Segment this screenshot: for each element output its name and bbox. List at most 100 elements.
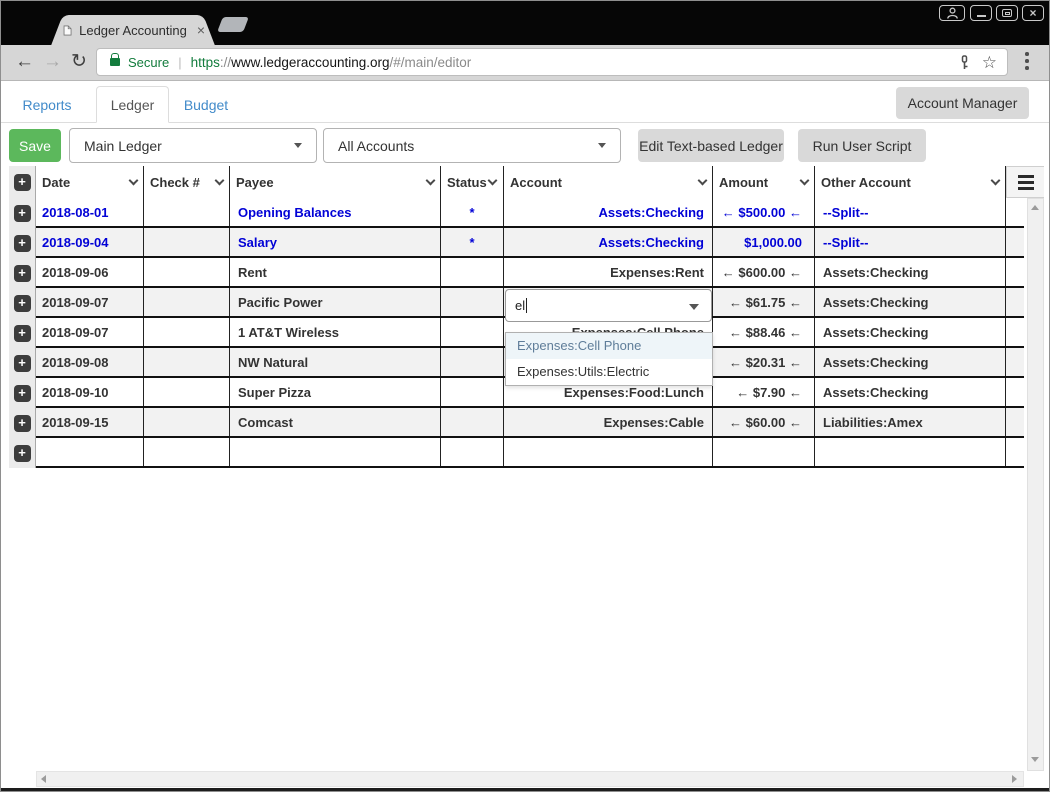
payee-cell[interactable] xyxy=(230,438,441,466)
column-header-amount[interactable]: Amount xyxy=(713,166,815,198)
other-account-cell[interactable]: Assets:Checking xyxy=(815,318,1006,346)
payee-cell[interactable]: Super Pizza xyxy=(230,378,441,406)
reload-button[interactable]: ↻ xyxy=(71,48,87,76)
key-icon[interactable] xyxy=(957,55,972,70)
other-account-cell[interactable]: Assets:Checking xyxy=(815,378,1006,406)
edit-text-ledger-button[interactable]: Edit Text-based Ledger xyxy=(638,129,784,162)
amount-cell[interactable]: ← $7.90 ← xyxy=(713,378,815,406)
minimize-button[interactable] xyxy=(970,5,992,21)
amount-cell[interactable]: ← $500.00 ← xyxy=(713,198,815,226)
status-cell[interactable] xyxy=(441,408,504,436)
dropdown-option-cell-phone[interactable]: Expenses:Cell Phone xyxy=(506,333,712,359)
ledger-select[interactable]: Main Ledger xyxy=(69,128,317,163)
check-cell[interactable] xyxy=(144,318,230,346)
check-cell[interactable] xyxy=(144,198,230,226)
status-cell[interactable] xyxy=(441,378,504,406)
add-column-header[interactable]: + xyxy=(9,166,36,198)
payee-cell[interactable]: NW Natural xyxy=(230,348,441,376)
account-manager-button[interactable]: Account Manager xyxy=(896,87,1029,119)
scroll-left-arrow[interactable] xyxy=(41,775,46,783)
other-account-cell[interactable] xyxy=(815,438,1006,466)
date-cell[interactable]: 2018-09-07 xyxy=(36,288,144,316)
amount-cell[interactable]: ← $61.75 ← xyxy=(713,288,815,316)
column-header-payee[interactable]: Payee xyxy=(230,166,441,198)
add-transaction-button[interactable]: + xyxy=(9,438,36,468)
horizontal-scrollbar[interactable] xyxy=(36,771,1024,787)
status-cell[interactable] xyxy=(441,348,504,376)
column-header-other-account[interactable]: Other Account xyxy=(815,166,1006,198)
add-transaction-button[interactable]: + xyxy=(9,258,36,288)
scroll-down-arrow[interactable] xyxy=(1031,757,1039,762)
tab-reports[interactable]: Reports xyxy=(21,86,73,123)
column-header-check[interactable]: Check # xyxy=(144,166,230,198)
vertical-scrollbar[interactable] xyxy=(1027,198,1044,771)
payee-cell[interactable]: Salary xyxy=(230,228,441,256)
status-cell[interactable] xyxy=(441,288,504,316)
add-transaction-button[interactable]: + xyxy=(9,198,36,228)
new-tab-button[interactable] xyxy=(217,17,249,32)
amount-cell[interactable]: ← $60.00 ← xyxy=(713,408,815,436)
dropdown-option-utils-electric[interactable]: Expenses:Utils:Electric xyxy=(506,359,712,385)
other-account-cell[interactable]: Liabilities:Amex xyxy=(815,408,1006,436)
scroll-up-arrow[interactable] xyxy=(1031,205,1039,210)
date-cell[interactable]: 2018-09-07 xyxy=(36,318,144,346)
address-bar[interactable]: Secure | https://www.ledgeraccounting.or… xyxy=(96,48,1008,76)
date-cell[interactable]: 2018-09-04 xyxy=(36,228,144,256)
amount-cell[interactable]: ← $600.00 ← xyxy=(713,258,815,286)
add-transaction-button[interactable]: + xyxy=(9,228,36,258)
amount-cell[interactable]: $1,000.00 xyxy=(713,228,815,256)
status-cell[interactable]: * xyxy=(441,228,504,256)
check-cell[interactable] xyxy=(144,408,230,436)
date-cell[interactable]: 2018-09-08 xyxy=(36,348,144,376)
date-cell[interactable]: 2018-09-15 xyxy=(36,408,144,436)
date-cell[interactable]: 2018-09-06 xyxy=(36,258,144,286)
column-header-date[interactable]: Date xyxy=(36,166,144,198)
forward-button[interactable]: → xyxy=(43,48,62,76)
other-account-cell[interactable]: --Split-- xyxy=(815,228,1006,256)
account-editor-input[interactable]: el xyxy=(505,289,712,322)
column-header-account[interactable]: Account xyxy=(504,166,713,198)
add-transaction-button[interactable]: + xyxy=(9,318,36,348)
dropdown-arrow-icon[interactable] xyxy=(689,304,699,310)
status-cell[interactable] xyxy=(441,438,504,466)
payee-cell[interactable]: Opening Balances xyxy=(230,198,441,226)
bookmark-star-icon[interactable]: ☆ xyxy=(982,54,997,71)
status-cell[interactable] xyxy=(441,258,504,286)
close-window-button[interactable]: × xyxy=(1022,5,1044,21)
check-cell[interactable] xyxy=(144,438,230,466)
other-account-cell[interactable]: Assets:Checking xyxy=(815,348,1006,376)
check-cell[interactable] xyxy=(144,228,230,256)
maximize-button[interactable] xyxy=(996,5,1018,21)
amount-cell[interactable]: ← $88.46 ← xyxy=(713,318,815,346)
date-cell[interactable]: 2018-09-10 xyxy=(36,378,144,406)
run-user-script-button[interactable]: Run User Script xyxy=(798,129,926,162)
amount-cell[interactable] xyxy=(713,438,815,466)
payee-cell[interactable]: 1 AT&T Wireless xyxy=(230,318,441,346)
save-button[interactable]: Save xyxy=(9,129,61,162)
add-transaction-button[interactable]: + xyxy=(9,378,36,408)
scroll-right-arrow[interactable] xyxy=(1012,775,1017,783)
date-cell[interactable] xyxy=(36,438,144,466)
check-cell[interactable] xyxy=(144,258,230,286)
account-filter-select[interactable]: All Accounts xyxy=(323,128,621,163)
account-cell[interactable]: Assets:Checking xyxy=(504,228,713,256)
other-account-cell[interactable]: Assets:Checking xyxy=(815,288,1006,316)
account-cell[interactable]: Assets:Checking xyxy=(504,198,713,226)
add-transaction-button[interactable]: + xyxy=(9,348,36,378)
other-account-cell[interactable]: Assets:Checking xyxy=(815,258,1006,286)
amount-cell[interactable]: ← $20.31 ← xyxy=(713,348,815,376)
payee-cell[interactable]: Rent xyxy=(230,258,441,286)
profile-button[interactable] xyxy=(939,5,965,21)
tab-budget[interactable]: Budget xyxy=(182,86,230,123)
account-cell[interactable] xyxy=(504,438,713,466)
other-account-cell[interactable]: --Split-- xyxy=(815,198,1006,226)
account-cell[interactable]: Expenses:Cable xyxy=(504,408,713,436)
tab-close-icon[interactable]: × xyxy=(197,23,205,37)
check-cell[interactable] xyxy=(144,288,230,316)
grid-menu-button[interactable] xyxy=(1006,166,1044,198)
account-cell[interactable]: Expenses:Rent xyxy=(504,258,713,286)
browser-menu-button[interactable] xyxy=(1025,52,1029,72)
payee-cell[interactable]: Comcast xyxy=(230,408,441,436)
column-header-status[interactable]: Status xyxy=(441,166,504,198)
check-cell[interactable] xyxy=(144,348,230,376)
